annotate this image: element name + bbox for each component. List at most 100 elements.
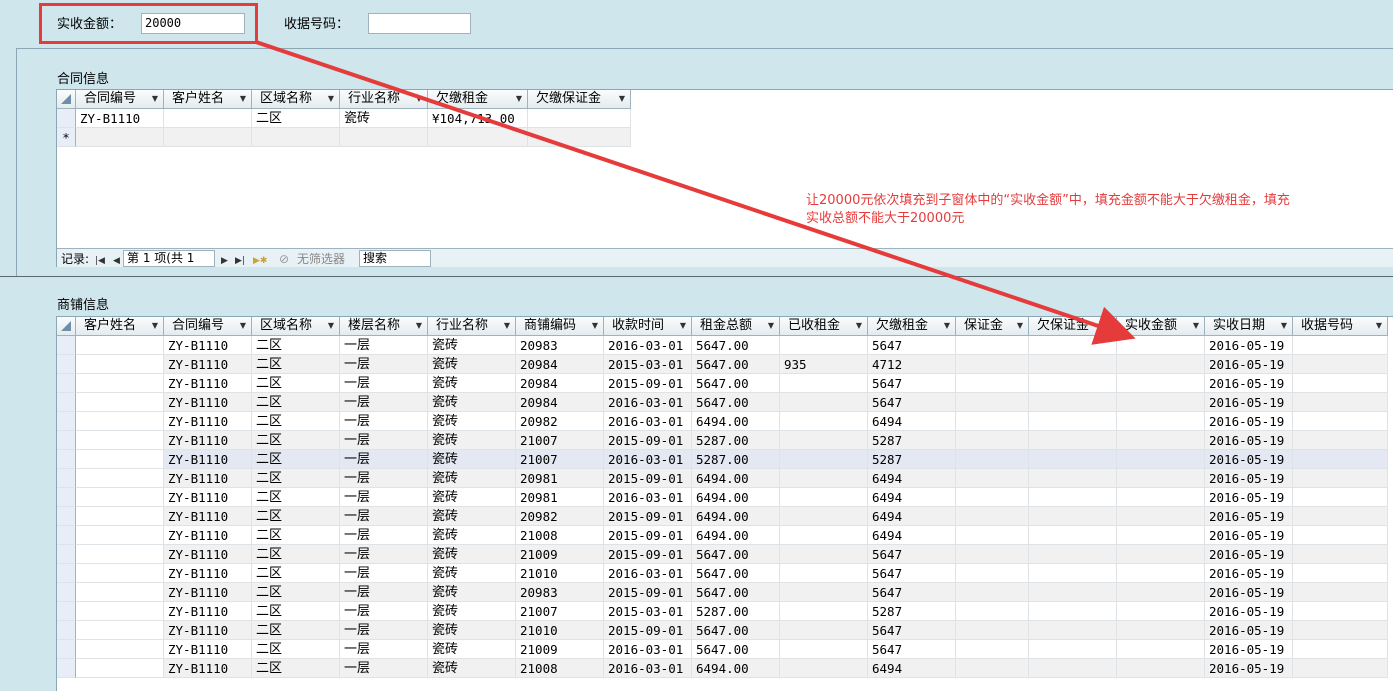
shop-row[interactable]: ZY-B1110 二区 一层 瓷砖 20983 2016-03-01 5647.00 5647… (57, 336, 1388, 355)
grid-cell[interactable]: 6494 (868, 469, 956, 488)
grid-cell[interactable] (76, 507, 164, 526)
record-selector[interactable] (57, 393, 76, 412)
grid-cell[interactable]: 瓷砖 (428, 526, 516, 545)
grid-cell[interactable]: 二区 (252, 564, 340, 583)
grid-cell[interactable]: 2016-05-19 (1205, 450, 1293, 469)
record-selector[interactable] (57, 583, 76, 602)
grid-cell[interactable] (1293, 488, 1388, 507)
grid-cell[interactable]: 二区 (252, 336, 340, 355)
shop-column-header[interactable]: 实收日期 ▼ (1205, 317, 1293, 336)
first-record-icon[interactable]: |◀ (95, 252, 105, 267)
grid-cell[interactable] (76, 128, 164, 147)
grid-cell[interactable]: 2015-09-01 (604, 431, 692, 450)
grid-cell[interactable] (528, 128, 631, 147)
grid-cell[interactable] (1029, 507, 1117, 526)
grid-cell[interactable]: 5287.00 (692, 431, 780, 450)
filter-status[interactable]: 无筛选器 (297, 250, 345, 267)
grid-cell[interactable]: 5647.00 (692, 545, 780, 564)
grid-cell[interactable]: 瓷砖 (428, 355, 516, 374)
shop-column-header[interactable]: 实收金额 ▼ (1117, 317, 1205, 336)
grid-cell[interactable]: 5647 (868, 545, 956, 564)
grid-cell[interactable] (164, 128, 252, 147)
grid-cell[interactable] (76, 602, 164, 621)
grid-cell[interactable]: 2015-09-01 (604, 583, 692, 602)
grid-cell[interactable]: 5287 (868, 450, 956, 469)
column-dropdown-icon[interactable]: ▼ (516, 90, 522, 108)
shop-row[interactable]: ZY-B1110 二区 一层 瓷砖 20984 2015-09-01 5647.00 5647… (57, 374, 1388, 393)
grid-cell[interactable]: 21007 (516, 431, 604, 450)
grid-cell[interactable] (1117, 488, 1205, 507)
grid-cell[interactable]: 2016-03-01 (604, 640, 692, 659)
grid-cell[interactable]: 20983 (516, 336, 604, 355)
grid-cell[interactable] (1029, 355, 1117, 374)
grid-cell[interactable]: 瓷砖 (428, 659, 516, 678)
grid-cell[interactable] (956, 393, 1029, 412)
grid-cell[interactable] (956, 545, 1029, 564)
grid-cell[interactable]: 2016-05-19 (1205, 545, 1293, 564)
column-dropdown-icon[interactable]: ▼ (416, 90, 422, 108)
column-dropdown-icon[interactable]: ▼ (1017, 317, 1023, 335)
grid-cell[interactable] (1029, 583, 1117, 602)
record-selector[interactable] (57, 526, 76, 545)
record-selector[interactable] (57, 431, 76, 450)
grid-cell[interactable]: ZY-B1110 (164, 659, 252, 678)
grid-cell[interactable] (1117, 469, 1205, 488)
grid-cell[interactable] (1029, 545, 1117, 564)
grid-cell[interactable]: ZY-B1110 (164, 545, 252, 564)
grid-cell[interactable] (956, 450, 1029, 469)
grid-cell[interactable]: 瓷砖 (428, 564, 516, 583)
grid-cell[interactable]: 二区 (252, 374, 340, 393)
shop-row[interactable]: ZY-B1110 二区 一层 瓷砖 21010 2016-03-01 5647.00 5647… (57, 564, 1388, 583)
grid-cell[interactable]: ZY-B1110 (164, 621, 252, 640)
grid-cell[interactable] (76, 659, 164, 678)
grid-cell[interactable]: 6494.00 (692, 526, 780, 545)
grid-cell[interactable] (428, 128, 528, 147)
grid-cell[interactable] (956, 469, 1029, 488)
record-selector[interactable] (57, 469, 76, 488)
grid-cell[interactable]: 2016-05-19 (1205, 564, 1293, 583)
grid-cell[interactable] (1293, 564, 1388, 583)
grid-cell[interactable]: 5647.00 (692, 374, 780, 393)
grid-cell[interactable]: 6494.00 (692, 469, 780, 488)
grid-cell[interactable]: ZY-B1110 (164, 488, 252, 507)
grid-cell[interactable]: 2016-05-19 (1205, 488, 1293, 507)
grid-cell[interactable] (780, 393, 868, 412)
no-filter-icon[interactable]: ⊘ (279, 250, 289, 267)
grid-cell[interactable]: ZY-B1110 (164, 469, 252, 488)
grid-cell[interactable] (1029, 526, 1117, 545)
shop-row[interactable]: ZY-B1110 二区 一层 瓷砖 20983 2015-09-01 5647.00 5647… (57, 583, 1388, 602)
grid-cell[interactable] (780, 621, 868, 640)
shop-row[interactable]: ZY-B1110 二区 一层 瓷砖 21008 2015-09-01 6494.00 6494… (57, 526, 1388, 545)
grid-cell[interactable]: 二区 (252, 659, 340, 678)
grid-cell[interactable] (1293, 336, 1388, 355)
grid-cell[interactable]: 2016-03-01 (604, 412, 692, 431)
column-dropdown-icon[interactable]: ▼ (240, 90, 246, 108)
grid-cell[interactable]: 一层 (340, 621, 428, 640)
grid-cell[interactable]: 20982 (516, 507, 604, 526)
grid-cell[interactable]: 一层 (340, 450, 428, 469)
grid-cell[interactable] (1117, 507, 1205, 526)
column-dropdown-icon[interactable]: ▼ (680, 317, 686, 335)
grid-cell[interactable] (956, 659, 1029, 678)
shop-row[interactable]: ZY-B1110 二区 一层 瓷砖 21009 2016-03-01 5647.00 5647… (57, 640, 1388, 659)
grid-cell[interactable] (780, 640, 868, 659)
grid-cell[interactable] (1117, 336, 1205, 355)
grid-cell[interactable] (1117, 374, 1205, 393)
grid-cell[interactable] (1117, 621, 1205, 640)
grid-cell[interactable]: 瓷砖 (428, 336, 516, 355)
grid-cell[interactable]: 2016-05-19 (1205, 507, 1293, 526)
shop-column-header[interactable]: 客户姓名 ▼ (76, 317, 164, 336)
grid-cell[interactable]: 瓷砖 (428, 431, 516, 450)
grid-cell[interactable] (1117, 602, 1205, 621)
grid-cell[interactable]: 2016-05-19 (1205, 583, 1293, 602)
grid-cell[interactable] (1117, 583, 1205, 602)
grid-cell[interactable] (76, 545, 164, 564)
grid-cell[interactable]: 2015-09-01 (604, 545, 692, 564)
grid-cell[interactable] (780, 412, 868, 431)
grid-cell[interactable] (780, 602, 868, 621)
contract-column-header[interactable]: 客户姓名 ▼ (164, 90, 252, 109)
record-selector[interactable] (57, 640, 76, 659)
grid-cell[interactable]: 935 (780, 355, 868, 374)
grid-cell[interactable] (956, 583, 1029, 602)
grid-cell[interactable] (76, 621, 164, 640)
